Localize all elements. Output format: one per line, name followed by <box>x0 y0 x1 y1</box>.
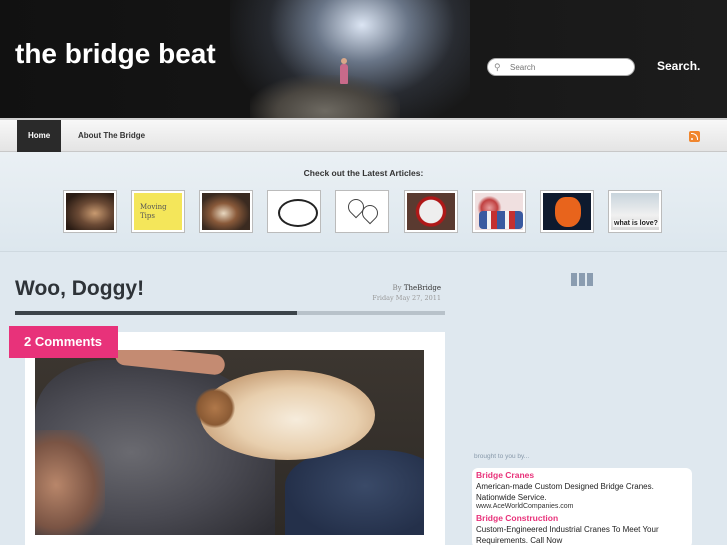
post-title[interactable]: Woo, Doggy! <box>15 277 144 301</box>
ad-title[interactable]: Bridge Cranes <box>476 470 688 480</box>
ad-item: Bridge Construction Custom-Engineered In… <box>476 513 688 545</box>
featured-thumb-puppy[interactable] <box>199 190 253 233</box>
ad-item: Bridge Cranes American-made Custom Desig… <box>476 470 688 510</box>
search-input[interactable] <box>510 62 630 72</box>
ad-url[interactable]: www.AceWorldCompanies.com <box>476 503 688 510</box>
featured-thumb-cupcakes[interactable] <box>472 190 526 233</box>
featured-title: Check out the Latest Articles: <box>303 168 424 178</box>
ad-title[interactable]: Bridge Construction <box>476 513 688 523</box>
search-button[interactable]: Search. <box>657 59 700 73</box>
nav-item-about[interactable]: About The Bridge <box>67 120 156 153</box>
ad-text: American-made Custom Designed Bridge Cra… <box>476 482 654 502</box>
featured-thumb-no-fighting[interactable] <box>404 190 458 233</box>
site-title[interactable]: the bridge beat <box>15 38 216 70</box>
nav-item-home[interactable]: Home <box>17 120 62 153</box>
featured-thumb-what-is-love[interactable]: what is love? <box>608 190 662 233</box>
main-nav: Home About The Bridge <box>0 118 727 153</box>
photo-face <box>35 430 105 535</box>
thumb-caption: Moving Tips <box>140 203 167 220</box>
header: the bridge beat ⚲ Search. <box>0 0 727 118</box>
featured-articles: Check out the Latest Articles: Moving Ti… <box>0 152 727 252</box>
header-rocks <box>250 75 400 118</box>
rss-icon[interactable] <box>689 131 700 142</box>
featured-thumb-moving-tips[interactable]: Moving Tips <box>131 190 185 233</box>
sidebar-bars-icon <box>571 273 594 286</box>
post-divider <box>15 311 445 315</box>
byline-label: By <box>392 284 402 292</box>
comments-badge[interactable]: 2 Comments <box>9 326 118 358</box>
header-person-figure <box>340 58 348 84</box>
photo-dog-ear <box>195 388 235 428</box>
ad-text: Custom-Engineered Industrial Cranes To M… <box>476 525 659 545</box>
post-byline: By TheBridge <box>330 284 442 292</box>
ads-box: Bridge Cranes American-made Custom Desig… <box>472 468 692 545</box>
featured-thumb-hearts[interactable] <box>335 190 389 233</box>
featured-thumb-thought-bubble[interactable] <box>267 190 321 233</box>
search-icon: ⚲ <box>494 62 501 72</box>
search-box[interactable]: ⚲ <box>487 58 635 76</box>
featured-thumb-dog-couch[interactable] <box>63 190 117 233</box>
post-photo <box>35 350 424 535</box>
post-author[interactable]: TheBridge <box>404 284 441 292</box>
post-date: Friday May 27, 2011 <box>372 294 441 302</box>
featured-thumb-bears[interactable] <box>540 190 594 233</box>
photo-jeans <box>285 450 424 535</box>
thumb-caption: what is love? <box>613 220 659 227</box>
ads-label: brought to you by... <box>474 453 530 460</box>
